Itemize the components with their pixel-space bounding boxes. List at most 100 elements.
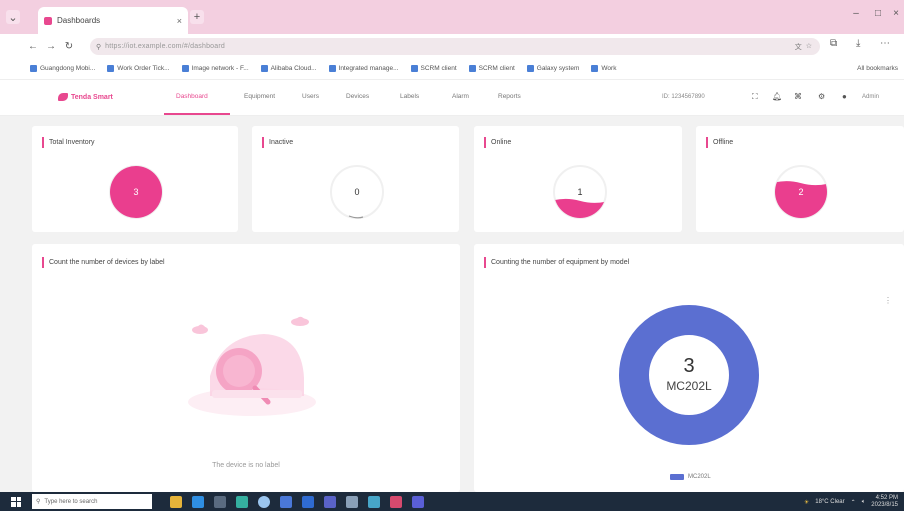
donut-center-label: MC202L (666, 379, 712, 393)
menu-alarm[interactable]: Alarm (452, 93, 469, 100)
windows-icon (11, 496, 21, 507)
close-tab-icon[interactable]: × (177, 16, 182, 26)
back-icon[interactable]: ← (26, 41, 40, 52)
clock[interactable]: 4:52 PM 2023/8/15 (871, 495, 898, 509)
app-icon-b[interactable] (390, 495, 402, 508)
gauge-value: 2 (798, 187, 803, 197)
offline-gauge: 2 (772, 163, 830, 221)
extensions-icon[interactable]: ⧉ (830, 38, 837, 49)
menu-labels[interactable]: Labels (400, 93, 419, 100)
bookmark-item[interactable]: Integrated manage... (328, 65, 399, 72)
bookmarks-bar: Guangdong Mobi... Work Order Tick... Image… (0, 58, 904, 80)
card-title: Inactive (262, 137, 293, 148)
panel-title: Counting the number of equipment by mode… (484, 257, 629, 268)
all-bookmarks[interactable]: All bookmarks (857, 65, 904, 72)
bookmark-label: Guangdong Mobi... (40, 65, 96, 72)
inactive-gauge-svg: 0 (330, 165, 384, 219)
bookmark-item[interactable]: SCRM client (410, 65, 457, 72)
forward-icon[interactable]: → (44, 41, 58, 52)
start-button[interactable] (8, 492, 24, 511)
notification-icon[interactable]: 🔔︎ (772, 92, 782, 101)
edge-browser-icon[interactable] (236, 495, 248, 508)
menu-users[interactable]: Users (302, 93, 319, 100)
close-window-icon[interactable]: × (888, 8, 904, 19)
weather-icon[interactable]: ☀ (804, 499, 809, 506)
app-icon-a[interactable] (368, 495, 380, 508)
volume-icon[interactable]: 🔈︎ (862, 499, 866, 506)
minimize-icon[interactable]: – (848, 8, 864, 19)
url-text: https://iot.example.com/#/dashboard (105, 43, 225, 50)
fullscreen-icon[interactable]: ⛶ (752, 92, 758, 102)
bookmark-item[interactable]: Galaxy system (526, 65, 580, 72)
bookmark-item[interactable]: Image network - F... (181, 65, 249, 72)
total-gauge-svg: 3 (109, 165, 163, 219)
bookmark-star-icon[interactable]: ☆ (806, 42, 812, 52)
teams-icon[interactable] (324, 495, 336, 508)
language-icon[interactable]: ⌘ (794, 92, 802, 101)
weather-text[interactable]: 18°C Clear (815, 499, 844, 505)
translate-icon[interactable]: 文 (795, 42, 802, 52)
menu-icon[interactable]: ⋯ (880, 38, 890, 49)
menu-dashboard[interactable]: Dashboard (176, 93, 208, 100)
menu-reports[interactable]: Reports (498, 93, 521, 100)
tab-search-icon[interactable]: ⌄ (6, 10, 20, 24)
taskbar-search[interactable]: ⚲ Type here to search (32, 494, 152, 509)
chrome-icon[interactable] (258, 495, 270, 508)
header-id-text: ID: 1234567890 (662, 94, 705, 100)
bookmark-label: Galaxy system (536, 65, 580, 72)
active-menu-indicator (164, 113, 230, 115)
dashboard-content: Total Inventory 3 Inactive 0 Online 1 Of… (0, 116, 904, 492)
panel-title: Count the number of devices by label (42, 257, 165, 268)
widget-icon[interactable] (170, 495, 182, 508)
download-icon[interactable]: ⤓ (856, 38, 860, 49)
card-title: Online (484, 137, 511, 148)
inactive-gauge: 0 (328, 163, 386, 221)
mail-icon[interactable] (302, 495, 314, 508)
bookmark-item[interactable]: Work Order Tick... (107, 65, 170, 72)
bookmark-item[interactable]: Work (591, 65, 616, 72)
info-icon[interactable]: ⋮ (884, 296, 892, 305)
new-tab-button[interactable]: + (190, 10, 204, 24)
app-icon-c[interactable] (412, 495, 424, 508)
menu-equipment[interactable]: Equipment (244, 93, 275, 100)
maximize-icon[interactable]: □ (870, 8, 886, 19)
bookmark-label: Work (601, 65, 617, 72)
gauge-value: 1 (577, 187, 582, 197)
bookmark-item[interactable]: Guangdong Mobi... (30, 65, 95, 72)
app-logo[interactable]: Tenda Smart (58, 93, 113, 101)
search-icon: ⚲ (36, 499, 41, 505)
store-icon[interactable] (280, 495, 292, 508)
task-view-icon[interactable] (214, 495, 226, 508)
logo-text: Tenda Smart (71, 93, 113, 101)
bookmark-label: SCRM client (420, 65, 457, 72)
bookmark-item[interactable]: Alibaba Cloud... (260, 65, 317, 72)
chart-legend[interactable]: MC202L (670, 474, 711, 480)
legend-label: MC202L (688, 474, 711, 480)
avatar[interactable]: ● (842, 92, 847, 101)
donut-center-value: 3 (683, 355, 695, 377)
menu-devices[interactable]: Devices (346, 93, 369, 100)
clock-date: 2023/8/15 (871, 502, 898, 508)
settings-icon[interactable]: ⚙ (818, 92, 825, 101)
bookmark-icon (410, 65, 418, 72)
address-bar[interactable]: ⚲ https://iot.example.com/#/dashboard 文 … (90, 38, 820, 55)
bookmark-icon (107, 65, 115, 72)
bookmark-label: Integrated manage... (338, 65, 399, 72)
bookmark-icon (328, 65, 336, 72)
header-user[interactable]: Admin (862, 94, 879, 100)
site-info-icon[interactable]: ⚲ (96, 43, 101, 51)
clock-time: 4:52 PM (875, 495, 898, 501)
total-gauge: 3 (107, 163, 165, 221)
edge-icon[interactable] (192, 495, 204, 508)
bookmark-item[interactable]: SCRM client (468, 65, 515, 72)
tab-title: Dashboards (57, 16, 101, 25)
os-taskbar: ⚲ Type here to search ☀ 18°C Clear ⌃ 🔈︎ … (0, 492, 904, 511)
bookmark-icon (591, 65, 599, 72)
network-icon[interactable]: ⌃ (851, 499, 856, 506)
reload-icon[interactable]: ↻ (62, 41, 76, 52)
browser-tab[interactable]: Dashboards × (38, 7, 188, 34)
favicon-icon (44, 16, 52, 25)
bookmark-icon (526, 65, 534, 72)
explorer-icon[interactable] (346, 495, 358, 508)
total-inventory-card: Total Inventory 3 (32, 126, 238, 232)
